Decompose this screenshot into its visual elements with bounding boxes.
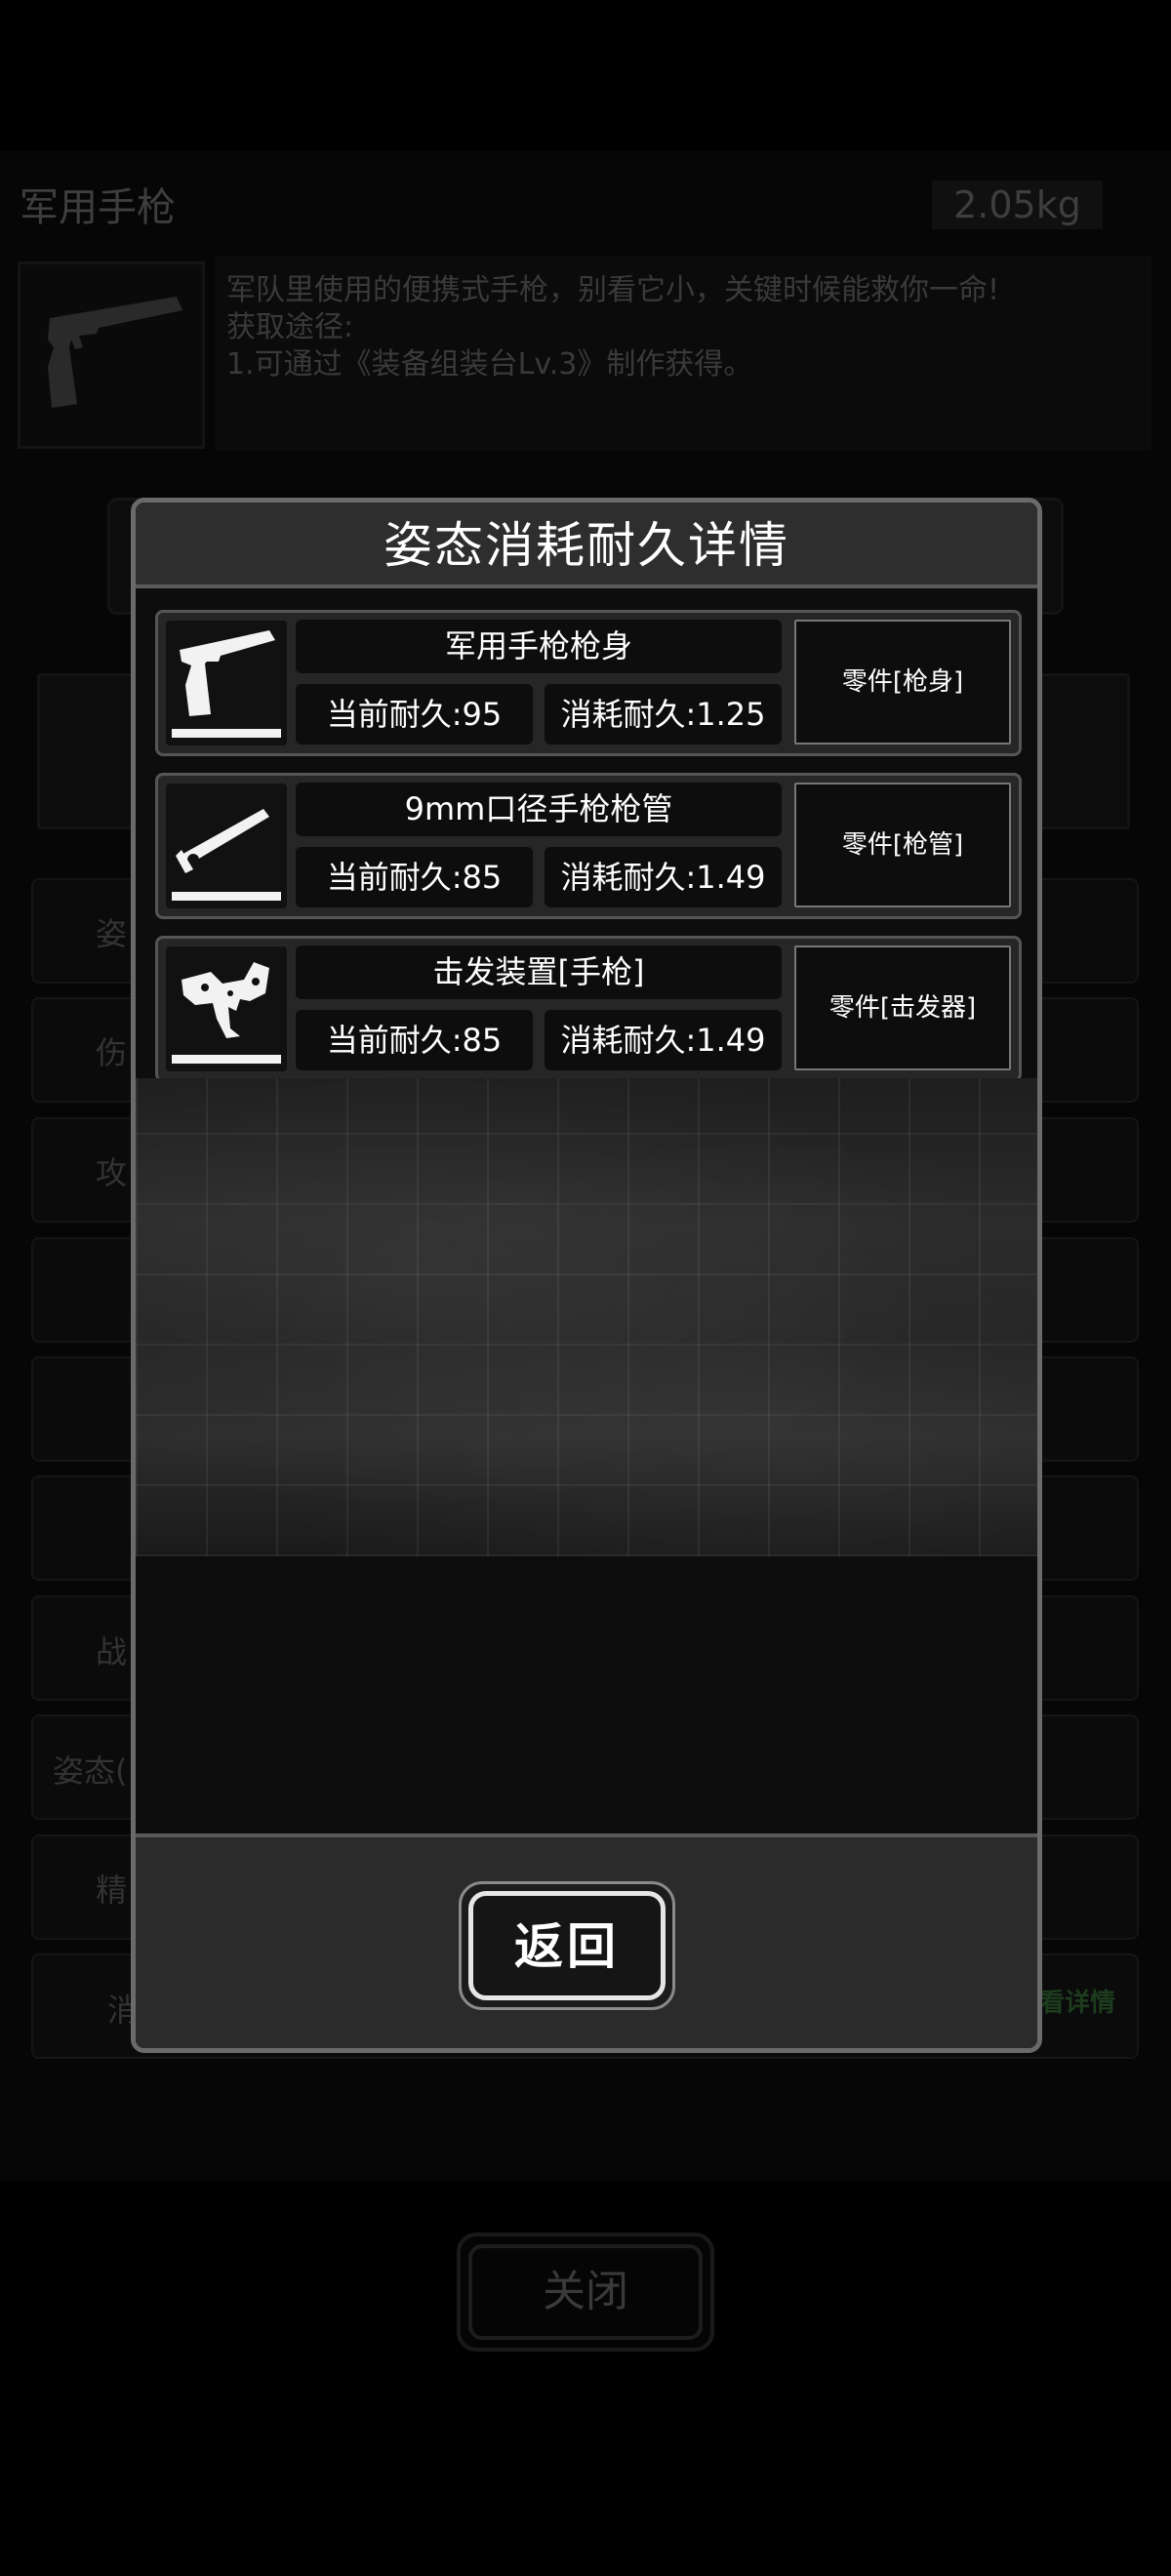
item-source-line: 1.可通过《装备组装台Lv.3》制作获得。 xyxy=(226,347,753,382)
close-button-label: 关闭 xyxy=(468,2244,703,2340)
back-button[interactable]: 返回 xyxy=(459,1881,675,2010)
modal-footer: 返回 xyxy=(136,1833,1037,2048)
modal-texture-area xyxy=(136,1078,1037,1556)
part-icon-box xyxy=(166,784,287,908)
part-durability-bar xyxy=(172,1055,281,1064)
part-durability-consumption: 消耗耐久:1.49 xyxy=(545,847,782,907)
part-current-durability: 当前耐久:85 xyxy=(296,1010,533,1070)
part-row-barrel: 9mm口径手枪枪管 当前耐久:85 消耗耐久:1.49 零件[枪管] xyxy=(155,773,1022,919)
part-name: 击发装置[手枪] xyxy=(296,946,782,999)
back-button-label: 返回 xyxy=(468,1891,666,2000)
pistol-frame-icon xyxy=(180,630,275,716)
bg-row-label: 战 xyxy=(96,1633,128,1670)
pistol-barrel-icon xyxy=(176,809,269,873)
bg-row-label: 姿态( xyxy=(53,1752,128,1790)
durability-detail-modal: 姿态消耗耐久详情 军用手枪枪身 当前耐久:95 消耗耐久:1.25 零件[枪身]… xyxy=(131,498,1042,2053)
item-title: 军用手枪 xyxy=(20,185,176,230)
pistol-icon xyxy=(48,297,182,408)
bg-row-label: 攻 xyxy=(96,1154,128,1191)
part-durability-bar xyxy=(172,729,281,738)
part-name: 9mm口径手枪枪管 xyxy=(296,783,782,836)
trigger-assembly-icon xyxy=(182,962,269,1038)
part-icon-box xyxy=(166,946,287,1071)
bg-row-label: 伤 xyxy=(96,1034,128,1071)
part-row-trigger: 击发装置[手枪] 当前耐久:85 消耗耐久:1.49 零件[击发器] xyxy=(155,936,1022,1082)
modal-title: 姿态消耗耐久详情 xyxy=(136,503,1037,588)
part-type: 零件[击发器] xyxy=(794,946,1011,1070)
part-row-frame: 军用手枪枪身 当前耐久:95 消耗耐久:1.25 零件[枪身] xyxy=(155,610,1022,756)
view-details-link: 看详情 xyxy=(1039,1989,1116,2018)
part-current-durability: 当前耐久:95 xyxy=(296,684,533,745)
part-name: 军用手枪枪身 xyxy=(296,620,782,673)
part-type: 零件[枪管] xyxy=(794,783,1011,907)
item-image-frame xyxy=(18,262,205,449)
part-durability-consumption: 消耗耐久:1.25 xyxy=(545,684,782,745)
bg-row-label: 姿 xyxy=(96,915,128,952)
part-durability-consumption: 消耗耐久:1.49 xyxy=(545,1010,782,1070)
part-type: 零件[枪身] xyxy=(794,620,1011,745)
bg-row-label: 精 xyxy=(96,1872,128,1909)
item-weight: 2.05kg xyxy=(932,181,1103,229)
close-button: 关闭 xyxy=(457,2233,714,2352)
part-icon-box xyxy=(166,621,287,745)
part-current-durability: 当前耐久:85 xyxy=(296,847,533,907)
part-durability-bar xyxy=(172,892,281,901)
